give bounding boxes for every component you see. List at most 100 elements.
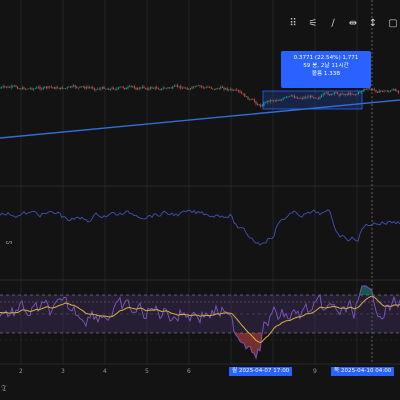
candle-body xyxy=(103,87,105,89)
candle-body xyxy=(177,85,179,87)
candle-body xyxy=(389,90,391,92)
candle-body xyxy=(289,96,291,97)
candle-body xyxy=(297,97,299,99)
candle-body xyxy=(18,88,20,90)
candle-body xyxy=(61,87,63,89)
tradingview-logo: 𝔗 xyxy=(1,384,7,394)
candle-body xyxy=(308,97,310,98)
candle-body xyxy=(23,87,25,89)
candle-body xyxy=(335,92,337,94)
candle-body xyxy=(397,90,399,93)
candle-body xyxy=(90,87,92,89)
candle-body xyxy=(5,86,7,88)
candle-body xyxy=(361,91,363,92)
candle-body xyxy=(95,88,97,90)
date-range-icon[interactable]: ↕ xyxy=(366,17,380,31)
candle-body xyxy=(359,91,361,93)
candle-body xyxy=(377,91,379,93)
candle-body xyxy=(276,100,278,101)
handle-icon[interactable]: ⠿ xyxy=(286,17,300,31)
candle-body xyxy=(82,86,84,88)
candle-body xyxy=(193,86,195,88)
candle-body xyxy=(354,94,356,96)
candle-body xyxy=(81,86,83,88)
pane-collapse-icon[interactable]: ᔕ xyxy=(6,238,12,246)
candle-body xyxy=(247,96,249,100)
candle-body xyxy=(180,86,182,89)
trend-line[interactable] xyxy=(0,99,400,139)
fib-fan-icon[interactable]: ⚟ xyxy=(306,17,320,31)
candle-body xyxy=(282,98,284,100)
candle-body xyxy=(199,85,201,87)
candle-body xyxy=(74,85,76,88)
candle-body xyxy=(47,86,49,88)
candle-body xyxy=(106,88,108,90)
x-axis-label: 9 xyxy=(313,368,317,375)
measure-volume: 볼륨 1.33B xyxy=(311,71,341,77)
candle-body xyxy=(68,86,70,88)
candle-body xyxy=(252,99,254,100)
candle-body xyxy=(356,94,358,95)
candle-body xyxy=(89,87,91,89)
candle-body xyxy=(69,86,71,88)
candle-body xyxy=(146,88,148,90)
x-axis-label: 5 xyxy=(145,368,149,375)
candle-body xyxy=(129,85,131,87)
measure-bars-duration: 59 봉, 2날 11시간 xyxy=(303,63,349,69)
candle-body xyxy=(100,88,102,90)
candle-body xyxy=(266,100,268,103)
candle-body xyxy=(253,99,255,102)
candle-body xyxy=(337,92,339,95)
rectangle-icon[interactable]: ▢ xyxy=(386,17,400,31)
candle-body xyxy=(41,88,43,90)
candle-body xyxy=(105,88,107,90)
candle-body xyxy=(55,87,57,89)
candle-body xyxy=(1,87,3,88)
candle-body xyxy=(327,92,329,95)
candle-body xyxy=(321,95,323,98)
candle-body xyxy=(241,92,243,94)
candle-body xyxy=(45,86,47,88)
candle-body xyxy=(229,89,231,90)
candle-body xyxy=(362,90,364,92)
candle-body xyxy=(380,90,382,92)
candle-body xyxy=(381,90,383,92)
candle-body xyxy=(58,88,60,90)
candle-body xyxy=(257,103,259,106)
candle-body xyxy=(178,86,180,87)
candle-body xyxy=(317,98,319,99)
candle-body xyxy=(159,89,161,90)
candle-body xyxy=(148,88,150,90)
candle-body xyxy=(17,86,19,89)
x-axis-label: 3 xyxy=(61,368,65,375)
candle-body xyxy=(325,92,327,94)
candle-body xyxy=(228,89,230,91)
candle-body xyxy=(300,98,302,99)
candle-body xyxy=(92,87,94,89)
candle-body xyxy=(204,87,206,89)
candle-body xyxy=(245,96,247,98)
candle-body xyxy=(237,90,239,92)
candle-body xyxy=(269,100,271,102)
candle-body xyxy=(311,95,313,98)
candle-body xyxy=(113,87,115,90)
candle-body xyxy=(135,88,137,90)
candle-body xyxy=(324,92,326,95)
candle-body xyxy=(162,87,164,89)
candle-body xyxy=(338,94,340,96)
candle-body xyxy=(303,97,305,99)
candle-body xyxy=(125,87,127,90)
candle-body xyxy=(249,99,251,100)
candle-body xyxy=(370,89,372,91)
x-axis-label: 2 xyxy=(19,368,23,375)
candle-body xyxy=(97,88,99,90)
trend-line-icon[interactable]: ∕ xyxy=(326,17,340,31)
candle-body xyxy=(79,86,81,88)
candle-body xyxy=(210,87,212,89)
price-range-icon[interactable]: ⇹ xyxy=(346,17,360,31)
candle-body xyxy=(298,98,300,99)
candle-body xyxy=(60,87,62,90)
candle-body xyxy=(172,86,174,89)
candle-body xyxy=(36,87,38,89)
candle-body xyxy=(49,86,51,88)
